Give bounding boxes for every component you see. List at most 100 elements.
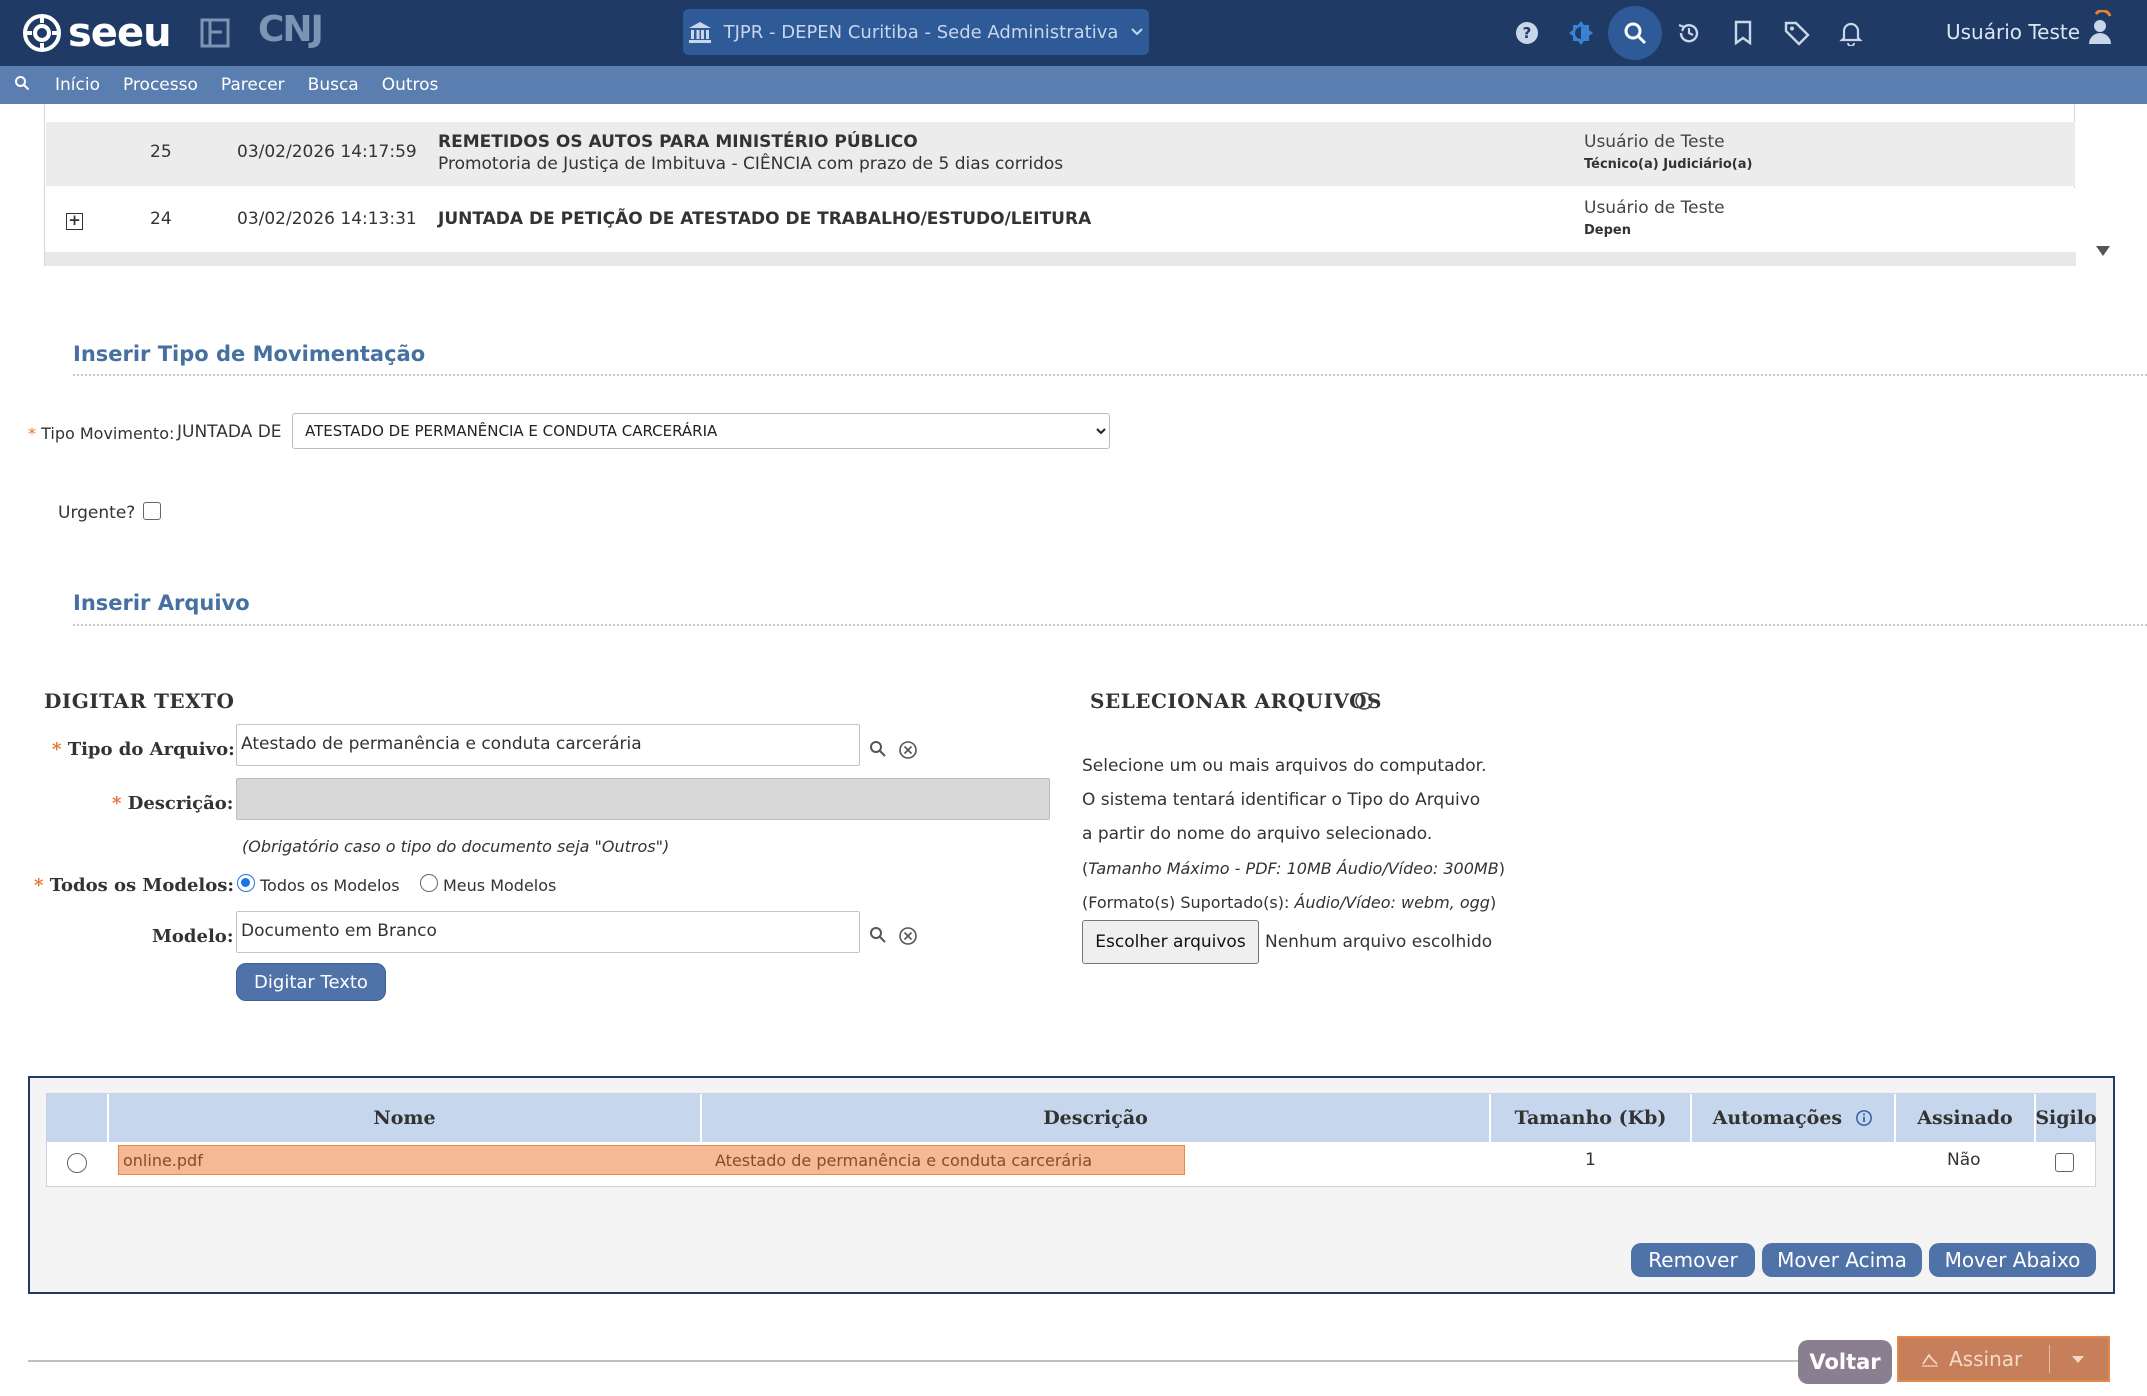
info-icon[interactable] (1354, 691, 1374, 711)
scroll-down-arrow-icon[interactable] (2096, 246, 2110, 256)
column-header-sigilo[interactable]: Sigilo (2035, 1094, 2097, 1142)
mover-acima-button[interactable]: Mover Acima (1762, 1243, 1922, 1277)
descricao-hint: (Obrigatório caso o tipo do documento se… (242, 837, 670, 856)
svg-text:?: ? (1523, 24, 1532, 42)
assinar-main[interactable]: Assinar (1899, 1347, 2049, 1371)
top-bar: seeu CNJ TJPR - DEPEN Curitiba - Sede Ad… (0, 0, 2147, 66)
signature-icon (1922, 1353, 1938, 1367)
search-icon[interactable] (1608, 6, 1662, 60)
tipo-movimento-select[interactable]: ATESTADO DE PERMANÊNCIA E CONDUTA CARCER… (292, 413, 1110, 449)
assinar-button[interactable]: Assinar (1897, 1336, 2110, 1382)
nav-search-icon[interactable] (14, 75, 30, 95)
help-icon[interactable]: ? (1500, 6, 1554, 60)
digitar-texto-heading: DIGITAR TEXTO (44, 689, 235, 713)
tipo-movimento-label: * Tipo Movimento: (28, 424, 174, 443)
assinar-separator (2049, 1345, 2050, 1373)
tipo-arquivo-label: * Tipo do Arquivo: (52, 739, 235, 760)
urgente-checkbox[interactable] (143, 502, 161, 520)
sigilo-checkbox[interactable] (2055, 1153, 2074, 1172)
table-row[interactable]: 25 03/02/2026 14:17:59 REMETIDOS OS AUTO… (46, 122, 2075, 186)
select-limits-text: Tamanho Máximo - PDF: 10MB Áudio/Vídeo: … (1088, 859, 1499, 878)
table-row[interactable]: online.pdf Atestado de permanência e con… (118, 1145, 1185, 1175)
select-help-line1: Selecione um ou mais arquivos do computa… (1082, 756, 1487, 776)
tag-icon[interactable] (1770, 6, 1824, 60)
movement-date: 03/02/2026 14:13:31 (237, 209, 417, 229)
descricao-label-text: Descrição: (127, 793, 234, 814)
movement-user: Usuário de Teste (1584, 198, 1725, 218)
required-asterisk: * (28, 424, 36, 443)
select-limits-close: ) (1498, 859, 1505, 878)
user-avatar-icon[interactable] (2084, 9, 2116, 54)
digitar-texto-button[interactable]: Digitar Texto (236, 963, 386, 1001)
choose-files-button[interactable]: Escolher arquivos (1082, 920, 1259, 964)
unit-selector[interactable]: TJPR - DEPEN Curitiba - Sede Administrat… (683, 9, 1149, 55)
descricao-input[interactable] (236, 778, 1050, 820)
column-header-tamanho[interactable]: Tamanho (Kb) (1491, 1094, 1691, 1142)
column-header-nome[interactable]: Nome (109, 1094, 701, 1142)
modelos-label: * Todos os Modelos: (34, 875, 235, 896)
seeu-logo-icon (23, 14, 61, 52)
descricao-label: * Descrição: (112, 793, 234, 814)
radio-todos-modelos[interactable] (237, 874, 255, 892)
tipo-arquivo-input[interactable]: Atestado de permanência e conduta carcer… (236, 724, 860, 766)
select-formats-label: (Formato(s) Suportado(s): (1082, 893, 1290, 912)
radio-todos-modelos-label[interactable]: Todos os Modelos (260, 876, 400, 895)
remover-button[interactable]: Remover (1631, 1243, 1755, 1277)
modelo-input[interactable]: Documento em Branco (236, 911, 860, 953)
column-header-automacoes[interactable]: Automações (1692, 1094, 1895, 1142)
footer-divider (28, 1360, 1798, 1362)
history-icon[interactable] (1662, 6, 1716, 60)
voltar-button[interactable]: Voltar (1798, 1340, 1892, 1384)
cnj-logo-text: CNJ (258, 9, 324, 50)
radio-meus-modelos[interactable] (420, 874, 438, 892)
search-icon[interactable] (869, 926, 887, 944)
nav-item-parecer[interactable]: Parecer (221, 75, 285, 95)
column-header-descricao[interactable]: Descrição (702, 1094, 1490, 1142)
juntada-prefix: JUNTADA DE (177, 422, 282, 442)
unit-selector-label: TJPR - DEPEN Curitiba - Sede Administrat… (723, 21, 1119, 43)
no-file-chosen: Nenhum arquivo escolhido (1265, 932, 1493, 952)
select-formats: (Formato(s) Suportado(s): Áudio/Vídeo: w… (1082, 893, 1496, 912)
nav-item-busca[interactable]: Busca (308, 75, 359, 95)
nav-item-processo[interactable]: Processo (123, 75, 198, 95)
expand-icon[interactable]: + (66, 213, 83, 230)
bell-icon[interactable] (1824, 6, 1878, 60)
select-help-line3: a partir do nome do arquivo selecionado. (1082, 824, 1433, 844)
theme-icon[interactable] (1554, 6, 1608, 60)
seeu-logo[interactable]: seeu (22, 10, 172, 56)
column-header-assinado[interactable]: Assinado (1896, 1094, 2035, 1142)
select-formats-close: ) (1489, 893, 1497, 912)
bookmark-icon[interactable] (1716, 6, 1770, 60)
mover-abaixo-button[interactable]: Mover Abaixo (1929, 1243, 2096, 1277)
movement-role: Técnico(a) Judiciário(a) (1584, 157, 1753, 172)
section-divider (73, 624, 2147, 626)
file-descricao: Atestado de permanência e conduta carcer… (715, 1151, 1093, 1170)
table-row[interactable]: + 24 03/02/2026 14:13:31 JUNTADA DE PETI… (46, 188, 2075, 252)
select-help-line2: O sistema tentará identificar o Tipo do … (1082, 790, 1481, 810)
movements-table: 25 03/02/2026 14:17:59 REMETIDOS OS AUTO… (44, 104, 2076, 266)
nav-item-inicio[interactable]: Início (55, 75, 100, 95)
movement-role: Depen (1584, 223, 1631, 238)
chevron-down-icon (1131, 28, 1144, 36)
nav-item-outros[interactable]: Outros (382, 75, 439, 95)
file-tamanho: 1 (1585, 1150, 1596, 1170)
info-icon[interactable] (1855, 1109, 1873, 1127)
assinar-label: Assinar (1949, 1347, 2023, 1371)
section-title-tipo: Inserir Tipo de Movimentação (73, 342, 426, 366)
column-header-select (47, 1094, 108, 1142)
movement-seq: 24 (150, 209, 172, 229)
file-row-radio[interactable] (67, 1153, 87, 1173)
radio-meus-modelos-label[interactable]: Meus Modelos (443, 876, 556, 895)
search-icon[interactable] (869, 740, 887, 758)
selecionar-arquivos-heading: SELECIONAR ARQUIVOS (1090, 689, 1382, 713)
clear-icon[interactable] (898, 740, 918, 760)
seeu-logo-text: seeu (68, 10, 172, 56)
section-title-arquivo: Inserir Arquivo (73, 591, 250, 615)
urgente-label: Urgente? (58, 503, 136, 523)
nav-bar: Início Processo Parecer Busca Outros (0, 66, 2147, 104)
table-scroll-track (45, 252, 2076, 266)
assinar-dropdown-icon[interactable] (2050, 1355, 2106, 1364)
clear-icon[interactable] (898, 926, 918, 946)
file-nome: online.pdf (123, 1151, 203, 1170)
user-name[interactable]: Usuário Teste (1946, 20, 2080, 44)
